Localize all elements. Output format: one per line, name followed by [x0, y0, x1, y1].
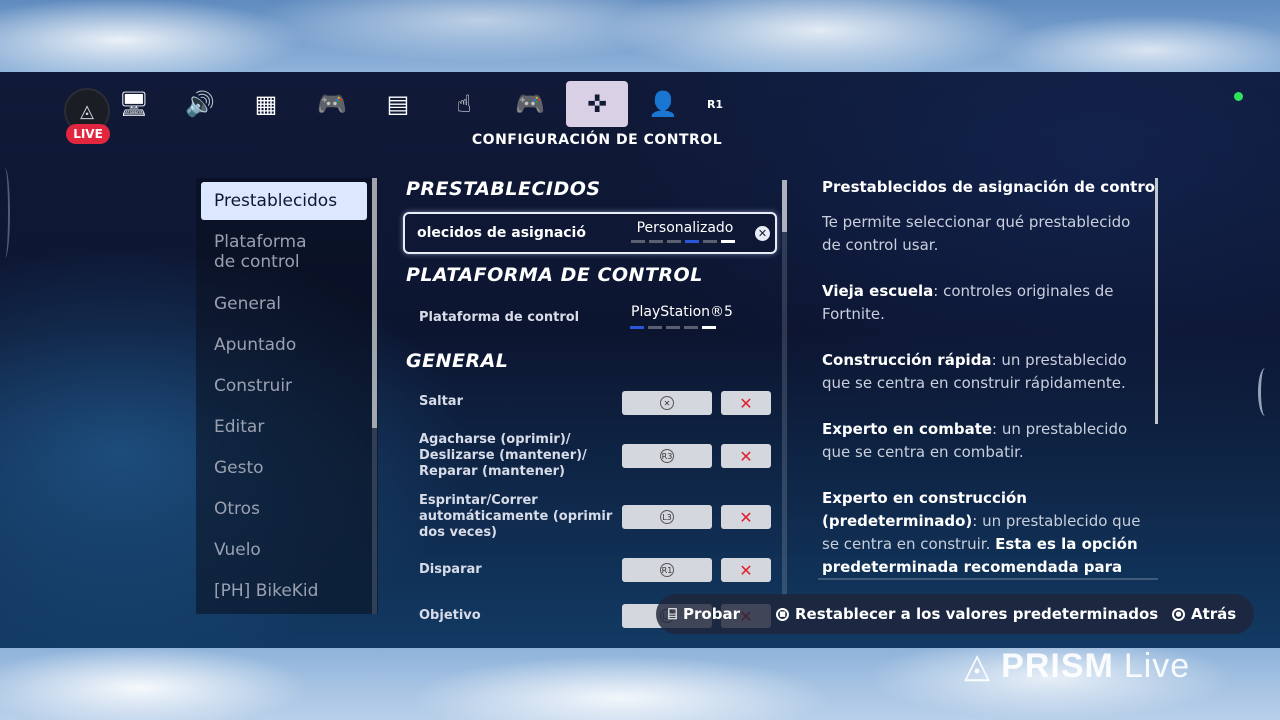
preset-value: Personalizado: [636, 220, 734, 236]
action-bar: ⌸ Probar ■ Restablecer a los valores pre…: [656, 594, 1254, 634]
gamepad-wrench-icon: 🎮: [317, 90, 347, 118]
touch-hand-icon: ☝: [456, 90, 472, 118]
platform-option-indicator: [630, 326, 716, 329]
sidebar-item-presets[interactable]: Prestablecidos: [201, 182, 367, 220]
binding-label-fire: Disparar: [419, 562, 482, 577]
binding-label-aim: Objetivo: [419, 608, 481, 623]
binding-button-fire[interactable]: R1: [622, 558, 712, 582]
back-label: Atrás: [1191, 605, 1237, 623]
section-heading-general: GENERAL: [406, 350, 509, 372]
sidebar-item-control-platform[interactable]: Plataforma de control: [201, 232, 367, 272]
reset-label: Restablecer a los valores predeterminado…: [795, 605, 1159, 623]
binding-label-crouch: Agacharse (oprimir)/ Deslizarse (mantene…: [419, 432, 587, 479]
description-term: Construcción rápida: [822, 351, 992, 369]
cross-button-icon: ✕: [660, 396, 674, 410]
tab-controller[interactable]: 🎮: [499, 81, 561, 127]
description-item-quick-build: Construcción rápida: un prestablecido qu…: [822, 349, 1144, 395]
window-icon: ▤: [386, 90, 410, 118]
binding-remove-jump[interactable]: ✕: [721, 391, 771, 415]
r1-button-icon: R1: [706, 97, 724, 111]
test-button[interactable]: ⌸ Probar: [668, 605, 740, 623]
binding-remove-crouch[interactable]: ✕: [721, 444, 771, 468]
reset-defaults-button[interactable]: ■ Restablecer a los valores predetermina…: [776, 605, 1158, 623]
l3-button-icon: L3: [660, 510, 674, 524]
description-scrollbar[interactable]: [1155, 178, 1158, 424]
preset-row-label: olecidos de asignación c: [417, 225, 587, 241]
test-label: Probar: [683, 605, 740, 623]
sidebar-item-label-line2: de control: [214, 252, 300, 272]
watermark-suffix: Live: [1123, 646, 1191, 685]
account-icon: 👤: [648, 90, 678, 118]
preset-option-indicator: [631, 240, 735, 243]
prism-triangle-icon: ◬: [964, 647, 992, 685]
tab-control-config[interactable]: ✜: [566, 81, 628, 127]
description-title: Prestablecidos de asignación de control: [822, 178, 1156, 196]
clear-icon[interactable]: ✕: [755, 226, 770, 241]
binding-label-sprint: Esprintar/Correr automáticamente (oprimi…: [419, 493, 613, 540]
remove-x-icon: ✕: [739, 507, 753, 527]
sidebar-item-general[interactable]: General: [201, 294, 367, 314]
tab-game-ui[interactable]: ▤: [367, 81, 429, 127]
section-heading-presets: PRESTABLECIDOS: [406, 178, 601, 200]
tab-accessibility[interactable]: ▦: [235, 81, 297, 127]
monitor-icon: 🖥: [118, 90, 150, 118]
sidebar-item-flight[interactable]: Vuelo: [201, 540, 367, 560]
section-heading-platform: PLATAFORMA DE CONTROL: [406, 264, 703, 286]
description-item-old-school: Vieja escuela: controles originales de F…: [822, 280, 1144, 326]
binding-button-crouch[interactable]: R3: [622, 444, 712, 468]
r3-button-icon: R3: [660, 449, 674, 463]
right-edge-decoration: [1258, 368, 1272, 416]
controller-icon: 🎮: [515, 90, 545, 118]
binding-remove-fire[interactable]: ✕: [721, 558, 771, 582]
sidebar-item-label: Plataforma: [214, 232, 307, 252]
dpad-controls-icon: ✜: [586, 90, 608, 118]
remove-x-icon: ✕: [739, 393, 753, 413]
game-settings-screen: ◬ LIVE 🖥 🔊 ▦ 🎮 ▤ ☝ 🎮 ✜ 👤 R1 CONFIGURACIÓ…: [0, 72, 1280, 648]
remove-x-icon: ✕: [739, 560, 753, 580]
page-title: CONFIGURACIÓN DE CONTROL: [471, 132, 723, 148]
binding-button-jump[interactable]: ✕: [622, 391, 712, 415]
description-intro: Te permite seleccionar qué prestablecido…: [822, 213, 1131, 254]
sidebar-item-aiming[interactable]: Apuntado: [201, 335, 367, 355]
remove-x-icon: ✕: [739, 446, 753, 466]
description-term: Vieja escuela: [822, 282, 934, 300]
settings-scrollbar-track[interactable]: [782, 180, 787, 596]
watermark-brand: PRISM: [1001, 646, 1114, 685]
back-button[interactable]: ● Atrás: [1172, 605, 1236, 623]
square-button-icon: ■: [776, 607, 789, 621]
binding-label-jump: Saltar: [419, 394, 463, 409]
left-edge-decoration: [0, 168, 10, 258]
tab-input[interactable]: 🎮: [301, 81, 363, 127]
accessibility-grid-icon: ▦: [254, 90, 278, 118]
circle-button-icon: ●: [1172, 607, 1185, 621]
binding-button-sprint[interactable]: L3: [622, 505, 712, 529]
sky-background-top: [0, 0, 1280, 72]
platform-value[interactable]: PlayStation®5: [622, 304, 742, 320]
speaker-icon: 🔊: [185, 90, 215, 118]
sidebar-item-build[interactable]: Construir: [201, 376, 367, 396]
binding-remove-sprint[interactable]: ✕: [721, 505, 771, 529]
tab-audio[interactable]: 🔊: [169, 81, 231, 127]
sidebar-item-edit[interactable]: Editar: [201, 417, 367, 437]
sidebar-scrollbar-thumb[interactable]: [372, 178, 377, 428]
prism-live-watermark: ◬ PRISM Live: [964, 644, 1190, 688]
sidebar-item-other[interactable]: Otros: [201, 499, 367, 519]
description-fade-divider: [818, 578, 1158, 580]
touchpad-icon: ⌸: [668, 605, 678, 623]
platform-row-label: Plataforma de control: [419, 310, 580, 325]
tab-video[interactable]: 🖥: [103, 81, 165, 127]
settings-scrollbar-thumb[interactable]: [782, 180, 787, 232]
tab-touch[interactable]: ☝: [433, 81, 495, 127]
sidebar-item-emote[interactable]: Gesto: [201, 458, 367, 478]
connection-status-indicator: [1234, 92, 1243, 101]
description-term: Experto en combate: [822, 420, 993, 438]
settings-sidebar: Prestablecidos Plataforma de control Gen…: [196, 178, 378, 614]
sidebar-item-bikekid[interactable]: [PH] BikeKid: [201, 581, 367, 601]
preset-selector[interactable]: olecidos de asignación c Personalizado ✕: [403, 212, 777, 254]
r1-button-icon: R1: [660, 563, 674, 577]
tab-next[interactable]: R1: [684, 81, 746, 127]
prism-logo-icon: ◬: [80, 100, 94, 122]
description-item-combat-pro: Experto en combate: un prestablecido que…: [822, 418, 1144, 464]
description-item-builder-pro: Experto en construcción (predeterminado)…: [822, 487, 1144, 579]
